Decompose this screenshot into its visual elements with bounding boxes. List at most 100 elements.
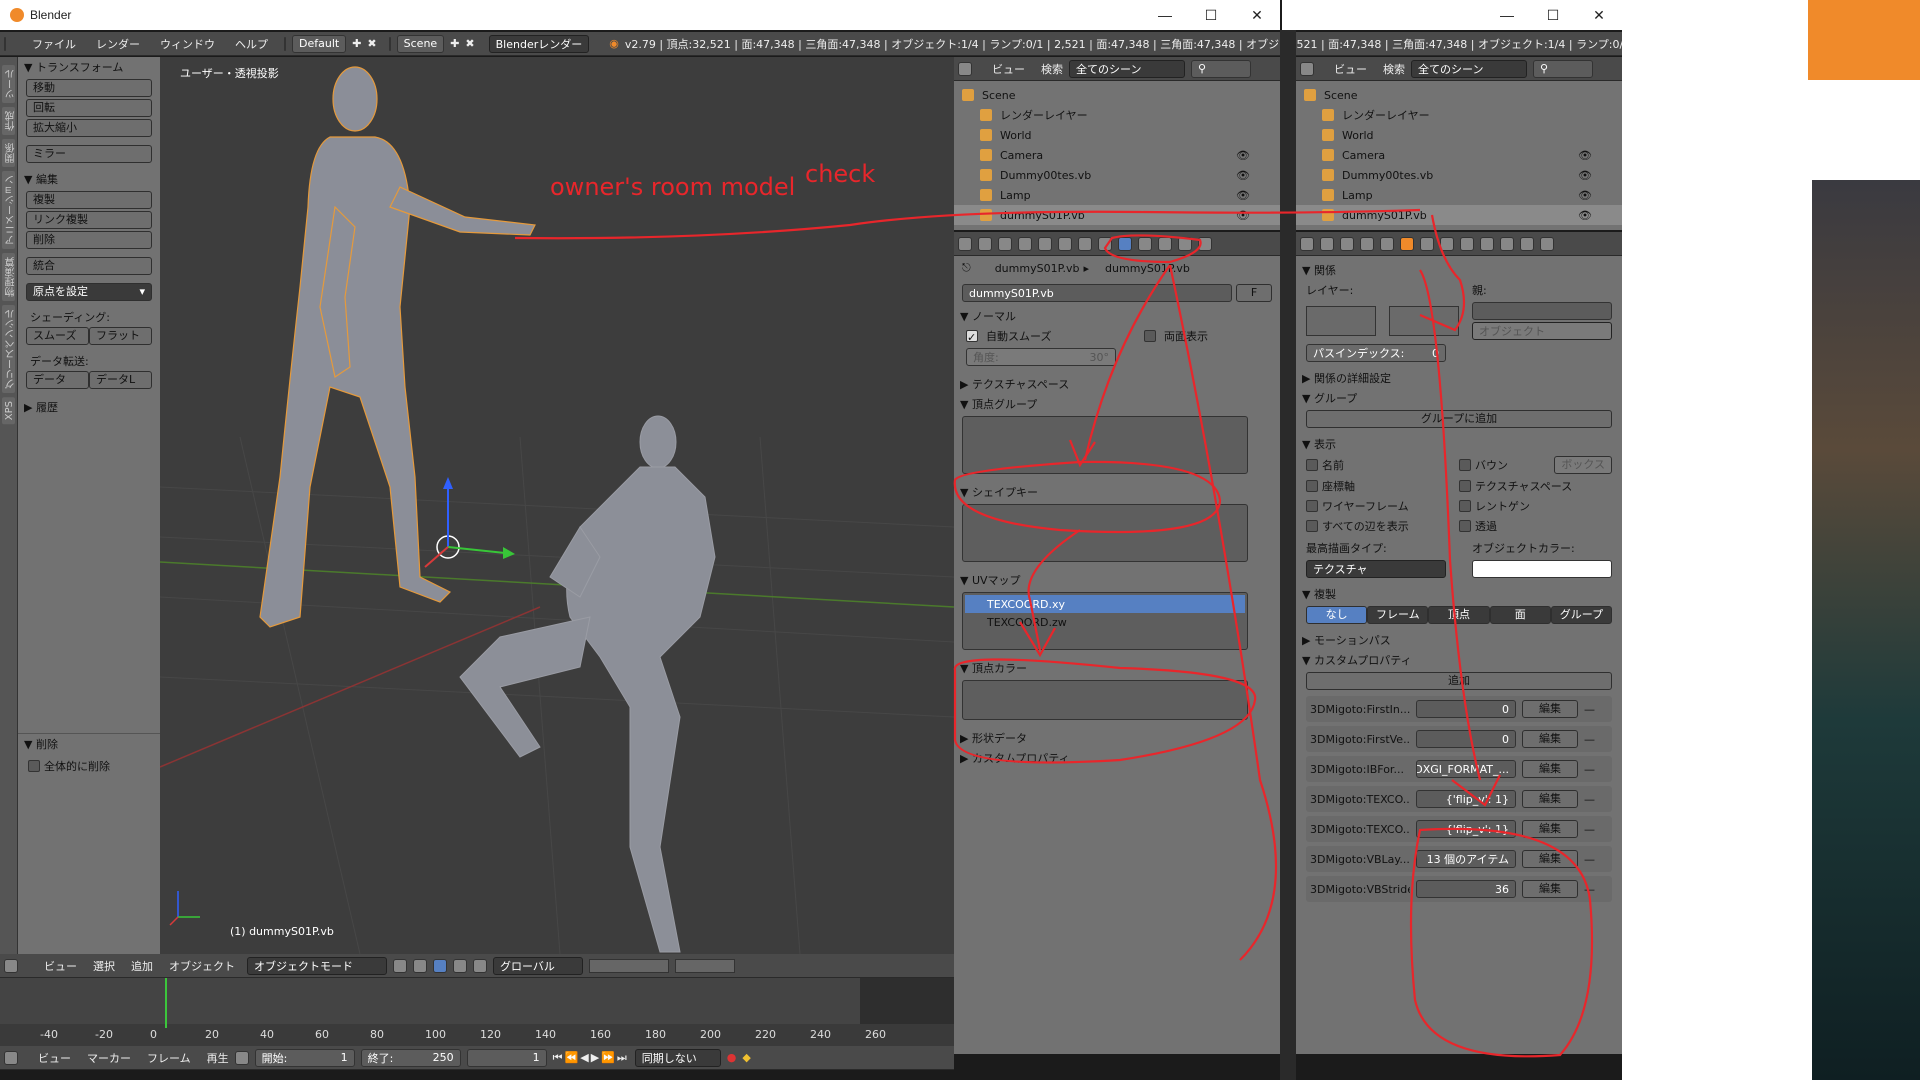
menu-file[interactable]: ファイル bbox=[32, 36, 76, 52]
object-menu[interactable]: オブジェクト bbox=[169, 958, 235, 974]
layers-icon[interactable] bbox=[589, 958, 669, 973]
material-tab-icon[interactable] bbox=[1138, 236, 1152, 251]
display-checkbox[interactable] bbox=[1459, 459, 1471, 471]
outliner-filter-select[interactable]: 全てのシーン bbox=[1411, 59, 1527, 78]
display-option[interactable]: 透過 bbox=[1459, 518, 1612, 534]
display-header[interactable]: ▼ 表示 bbox=[1296, 434, 1622, 454]
edit-property-button[interactable]: 編集 bbox=[1522, 820, 1578, 838]
outliner-item[interactable]: Dummy00tes.vb 👁 bbox=[954, 165, 1280, 185]
edit-property-button[interactable]: 編集 bbox=[1522, 700, 1578, 718]
display-checkbox[interactable] bbox=[1306, 480, 1318, 492]
visibility-eye-icon[interactable]: 👁 bbox=[1236, 189, 1250, 202]
maximize-button[interactable]: ☐ bbox=[1530, 0, 1576, 30]
vertex-groups-list[interactable] bbox=[962, 416, 1248, 474]
mirror-button[interactable]: ミラー bbox=[26, 145, 152, 163]
outliner-item[interactable]: レンダーレイヤー bbox=[954, 105, 1280, 125]
layer-grid-2[interactable] bbox=[1389, 306, 1459, 336]
view-menu[interactable]: ビュー bbox=[44, 958, 77, 974]
pass-index-field[interactable]: パスインデックス: 0 bbox=[1306, 344, 1446, 362]
outliner-item[interactable]: World bbox=[1296, 125, 1622, 145]
custom-property-value[interactable]: 0 bbox=[1416, 700, 1516, 718]
object-tab-icon[interactable] bbox=[1400, 236, 1414, 251]
modifiers-tab-icon[interactable] bbox=[1440, 236, 1454, 251]
shading-icon[interactable] bbox=[393, 958, 407, 973]
toolshelf-tab[interactable]: グリースペンシル bbox=[2, 305, 17, 393]
vertex-colors-list[interactable] bbox=[962, 680, 1248, 720]
toolshelf-tab[interactable]: ツール bbox=[2, 65, 17, 103]
scale-button[interactable]: 拡大縮小 bbox=[26, 119, 152, 137]
dupli-option-button[interactable]: フレーム bbox=[1367, 606, 1429, 624]
join-button[interactable]: 統合 bbox=[26, 257, 152, 275]
dupli-option-button[interactable]: なし bbox=[1306, 606, 1368, 624]
move-button[interactable]: 移動 bbox=[26, 79, 152, 97]
visibility-eye-icon[interactable]: 👁 bbox=[1236, 169, 1250, 182]
data-button[interactable]: データ bbox=[26, 371, 89, 389]
edit-property-button[interactable]: 編集 bbox=[1522, 760, 1578, 778]
smooth-button[interactable]: スムーズ bbox=[26, 327, 89, 345]
start-frame-field[interactable]: 開始: 1 bbox=[254, 1048, 355, 1067]
visibility-eye-icon[interactable]: 👁 bbox=[1578, 149, 1592, 162]
uv-maps-list[interactable]: TEXCOORD.xy TEXCOORD.zw bbox=[962, 592, 1248, 650]
material-tab-icon[interactable] bbox=[1480, 236, 1494, 251]
shape-keys-list[interactable] bbox=[962, 504, 1248, 562]
double-sided-checkbox[interactable] bbox=[1144, 330, 1156, 342]
object-color-swatch[interactable] bbox=[1472, 560, 1612, 578]
tl-view-menu[interactable]: ビュー bbox=[38, 1050, 71, 1066]
duplicate-button[interactable]: 複製 bbox=[26, 191, 152, 209]
remove-property-icon[interactable]: — bbox=[1584, 823, 1595, 836]
menu-help[interactable]: ヘルプ bbox=[235, 36, 268, 52]
mesh-data-tab-icon[interactable] bbox=[1118, 236, 1132, 251]
mesh-data-tab-icon[interactable] bbox=[1460, 236, 1474, 251]
display-checkbox[interactable] bbox=[1306, 459, 1318, 471]
layout-field[interactable]: Default bbox=[292, 34, 347, 53]
menu-render[interactable]: レンダー bbox=[96, 36, 140, 52]
remove-property-icon[interactable]: — bbox=[1584, 883, 1595, 896]
outliner-search-menu[interactable]: 検索 bbox=[1041, 61, 1063, 77]
edit-property-button[interactable]: 編集 bbox=[1522, 790, 1578, 808]
outliner-view-menu[interactable]: ビュー bbox=[992, 61, 1025, 77]
mode-select[interactable]: オブジェクトモード bbox=[247, 956, 387, 975]
outliner-item[interactable]: dummyS01P.vb 👁 bbox=[1296, 205, 1622, 225]
layers2-icon[interactable] bbox=[675, 958, 735, 973]
scene-icon[interactable] bbox=[388, 36, 391, 51]
delete-globally-checkbox[interactable] bbox=[28, 760, 40, 772]
custom-property-value[interactable]: 13 個のアイテム bbox=[1416, 850, 1516, 868]
layout-grid-icon[interactable] bbox=[284, 36, 286, 51]
render-tab-icon[interactable] bbox=[978, 236, 992, 251]
scene-tab-icon[interactable] bbox=[1360, 236, 1374, 251]
orientation-select[interactable]: グローバル bbox=[493, 956, 583, 975]
tl-frame-menu[interactable]: フレーム bbox=[147, 1050, 191, 1066]
world-tab-icon[interactable] bbox=[1038, 236, 1052, 251]
display-option[interactable]: 座標軸 bbox=[1306, 478, 1459, 494]
add-menu[interactable]: 追加 bbox=[131, 958, 153, 974]
outliner-filter-select[interactable]: 全てのシーン bbox=[1069, 59, 1185, 78]
remove-property-icon[interactable]: — bbox=[1584, 733, 1595, 746]
relations-header[interactable]: ▼ 関係 bbox=[1296, 260, 1622, 280]
display-checkbox[interactable] bbox=[1459, 500, 1471, 512]
texture-tab-icon[interactable] bbox=[1158, 236, 1172, 251]
rotate-icon[interactable] bbox=[473, 958, 487, 973]
display-option[interactable]: 名前 bbox=[1306, 456, 1459, 474]
remove-property-icon[interactable]: — bbox=[1584, 703, 1595, 716]
toolshelf-tab[interactable]: アニメーション bbox=[2, 171, 17, 249]
visibility-eye-icon[interactable]: 👁 bbox=[1578, 169, 1592, 182]
tl-marker-menu[interactable]: マーカー bbox=[87, 1050, 131, 1066]
particles-tab-icon[interactable] bbox=[1520, 236, 1534, 251]
sync-select[interactable]: 同期しない bbox=[634, 1048, 721, 1067]
max-draw-select[interactable]: テクスチャ bbox=[1306, 560, 1446, 578]
motion-paths-header[interactable]: ▶ モーションパス bbox=[1296, 630, 1622, 650]
physics-tab-icon[interactable] bbox=[1198, 236, 1212, 251]
transform-header[interactable]: ▼ トランスフォーム bbox=[18, 57, 160, 77]
toolshelf-tab[interactable]: 物理演算 bbox=[2, 253, 17, 301]
visibility-eye-icon[interactable]: 👁 bbox=[1236, 209, 1250, 222]
outliner-item[interactable]: World bbox=[954, 125, 1280, 145]
menu-window[interactable]: ウィンドウ bbox=[160, 36, 215, 52]
rotate-button[interactable]: 回転 bbox=[26, 99, 152, 117]
mesh-name-field[interactable]: dummyS01P.vb bbox=[962, 284, 1232, 302]
remove-layout-icon[interactable]: ✖ bbox=[367, 37, 376, 50]
visibility-eye-icon[interactable]: 👁 bbox=[1236, 149, 1250, 162]
normals-header[interactable]: ▼ ノーマル bbox=[954, 306, 1280, 326]
scene-tab-icon[interactable] bbox=[1018, 236, 1032, 251]
display-checkbox[interactable] bbox=[1306, 520, 1318, 532]
preview-range-icon[interactable] bbox=[234, 1050, 249, 1065]
